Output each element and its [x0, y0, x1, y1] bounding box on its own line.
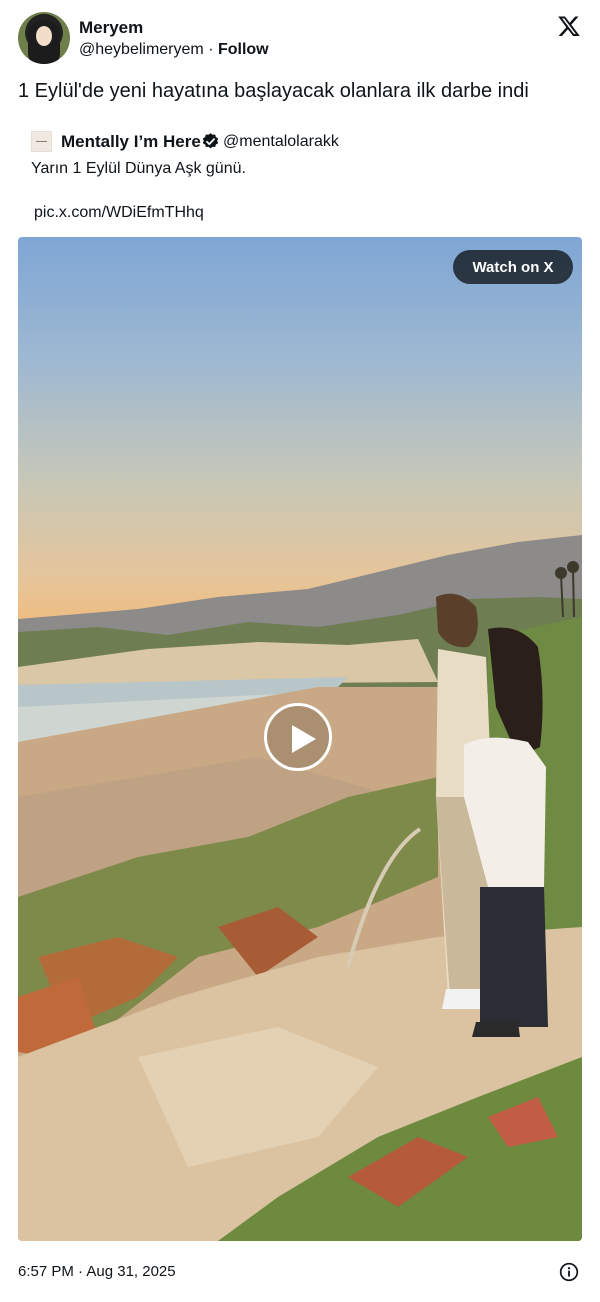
separator: · [208, 41, 214, 58]
video-player[interactable]: Watch on X [18, 237, 582, 1241]
verified-badge-icon [202, 133, 219, 149]
x-logo-icon[interactable] [556, 14, 582, 38]
quoted-author-name[interactable]: Mentally I’m Here [61, 132, 201, 152]
watch-on-x-button[interactable]: Watch on X [453, 250, 573, 284]
play-icon[interactable] [264, 703, 332, 771]
tweet-text: 1 Eylül'de yeni hayatına başlayacak olan… [18, 80, 529, 102]
info-icon[interactable] [559, 1262, 579, 1282]
quoted-author-handle[interactable]: @mentalolarakk [223, 133, 339, 151]
author-avatar[interactable] [18, 12, 70, 64]
quoted-media-link[interactable]: pic.x.com/WDiEfmTHhq [34, 204, 204, 222]
tweet-timestamp[interactable]: 6:57 PM · Aug 31, 2025 [18, 1263, 176, 1280]
author-handle[interactable]: @heybelimeryem [79, 41, 204, 58]
author-name[interactable]: Meryem [79, 18, 143, 38]
author-meta: @heybelimeryem · Follow [79, 41, 269, 59]
quoted-avatar[interactable] [31, 131, 52, 152]
follow-button[interactable]: Follow [218, 41, 269, 58]
quoted-text: Yarın 1 Eylül Dünya Aşk günü. [31, 160, 246, 177]
